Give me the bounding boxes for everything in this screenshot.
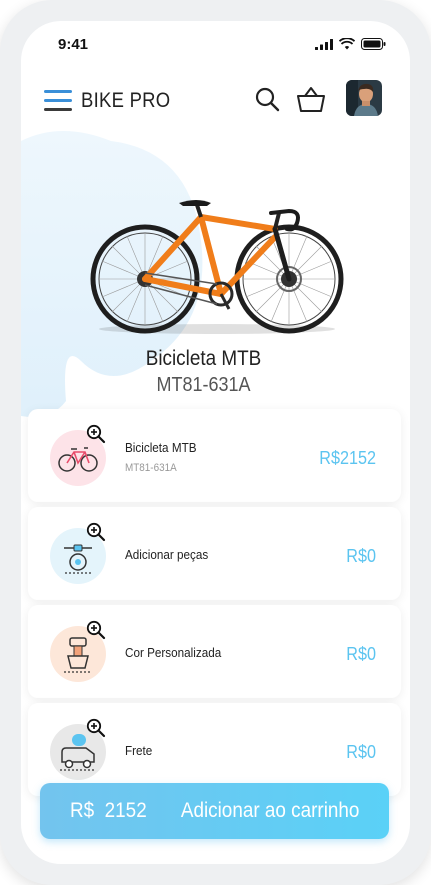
option-card-color[interactable]: Cor Personalizada R$0 bbox=[28, 605, 401, 698]
option-price: R$0 bbox=[346, 644, 376, 664]
option-title: Bicicleta MTB bbox=[125, 440, 197, 455]
status-time: 9:41 bbox=[58, 36, 89, 53]
zoom-in-icon[interactable] bbox=[86, 424, 106, 444]
zoom-in-icon[interactable] bbox=[86, 620, 106, 640]
wifi-icon bbox=[339, 38, 355, 50]
cellular-signal-icon bbox=[315, 38, 333, 50]
status-icons bbox=[315, 38, 386, 50]
cart-total-price: R$ 2152 bbox=[70, 799, 147, 822]
status-bar: 9:41 bbox=[21, 21, 410, 69]
bike-image bbox=[90, 200, 344, 334]
option-price: R$2152 bbox=[319, 448, 376, 468]
hamburger-menu-icon[interactable] bbox=[44, 90, 72, 112]
zoom-in-icon[interactable] bbox=[86, 718, 106, 738]
user-avatar[interactable] bbox=[346, 80, 382, 116]
phone-frame: 9:41 BIKE PRO Bicicleta MTB MT81-631A Bi… bbox=[0, 0, 431, 885]
product-name: Bicicleta MTB bbox=[145, 347, 262, 370]
brand-title: BIKE PRO bbox=[81, 89, 171, 112]
user-photo-icon bbox=[346, 80, 382, 116]
zoom-in-icon[interactable] bbox=[86, 522, 106, 542]
option-card-bike[interactable]: Bicicleta MTB MT81-631A R$2152 bbox=[28, 409, 401, 502]
option-title: Frete bbox=[125, 743, 153, 758]
battery-icon bbox=[361, 38, 386, 50]
add-to-cart-label: Adicionar ao carrinho bbox=[180, 799, 359, 822]
app-header: BIKE PRO bbox=[21, 79, 410, 123]
option-subtitle: MT81-631A bbox=[125, 462, 177, 474]
option-price: R$0 bbox=[346, 742, 376, 762]
product-code: MT81-631A bbox=[156, 374, 251, 396]
basket-icon[interactable] bbox=[296, 86, 326, 114]
option-card-parts[interactable]: Adicionar peças R$0 bbox=[28, 507, 401, 600]
option-title: Cor Personalizada bbox=[125, 645, 222, 660]
search-icon[interactable] bbox=[254, 86, 282, 114]
app-screen: 9:41 BIKE PRO Bicicleta MTB MT81-631A Bi… bbox=[21, 21, 410, 864]
option-price: R$0 bbox=[346, 546, 376, 566]
option-title: Adicionar peças bbox=[125, 547, 209, 562]
add-to-cart-button[interactable]: R$ 2152 Adicionar ao carrinho bbox=[40, 783, 389, 839]
